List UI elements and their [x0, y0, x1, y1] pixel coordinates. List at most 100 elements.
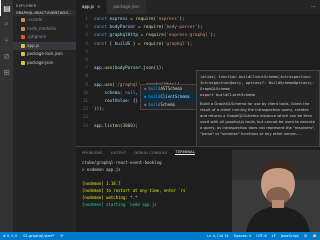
code-token: ); [197, 25, 203, 31]
code-token: use [104, 66, 113, 72]
function-signature: (alias) function buildClientSchema(intro… [200, 74, 315, 91]
code-token: ); [187, 41, 193, 47]
status-item[interactable]: ⟳ [60, 234, 63, 238]
code-token: null [125, 90, 136, 96]
js-file-icon [21, 43, 25, 48]
code-token: bodyParser [109, 25, 136, 31]
code-line: 2 const bodyParser = require('body-parser… [76, 24, 203, 32]
code-token: const [94, 17, 110, 22]
code-token: app [94, 66, 102, 72]
suggestion-rest: Schema [160, 102, 175, 107]
code-line: 11 rootValue: {} [76, 98, 138, 106]
panel-tab[interactable]: TERMINAL [175, 149, 195, 155]
extensions-icon[interactable]: ⊞ [0, 64, 13, 80]
status-item[interactable]: Ln 4, Col 14 [207, 234, 228, 238]
suggestion-match: build [148, 86, 161, 91]
line-number: 3 [85, 33, 88, 39]
suggest-details: (alias) function buildClientSchema(intro… [196, 70, 320, 148]
file-label: node_modules [27, 25, 57, 31]
code-token: app [94, 82, 102, 88]
code-token: const [94, 41, 110, 47]
status-item[interactable]: Spaces: 4 [234, 234, 251, 238]
method-icon: ◈ [144, 94, 147, 99]
code-token: 'body-parser' [163, 25, 198, 31]
suggestion-rest: ClientSchema [160, 94, 190, 99]
code-token: ()); [153, 66, 164, 72]
status-item[interactable]: 01-graphql-start* [23, 234, 54, 238]
search-icon[interactable]: ⌕ [0, 16, 13, 32]
code-line: 12})); [76, 106, 105, 114]
file-label: app.js [27, 42, 39, 48]
tab-label: package.json [113, 4, 140, 9]
code-line: 14 app.listen(3000); [76, 123, 138, 131]
code-token: })); [94, 107, 105, 113]
status-item[interactable]: JavaScript [281, 234, 299, 238]
debug-icon[interactable]: ⊘ [0, 48, 13, 64]
editor-tab[interactable]: app.js × [76, 0, 108, 14]
line-number: 7 [85, 66, 88, 72]
code-line: 7 app.use(bodyParser.json()); [76, 65, 164, 73]
code-token: '/graphql' [114, 82, 141, 88]
folder-icon [21, 18, 25, 23]
file-label: package-lock.json [27, 51, 63, 56]
line-number: 11 [82, 99, 88, 104]
status-item[interactable]: 🔔 [313, 234, 317, 238]
file-item[interactable]: node_modules [13, 25, 76, 34]
code-line: 6 [76, 57, 94, 65]
explorer-sidebar: EXPLORER GRAPHQL-REACT-EVENT-BOO... .vsc… [13, 0, 76, 232]
line-number: 9 [85, 82, 88, 88]
code-token: require [143, 25, 162, 31]
activity-bar: ▤ ⌕ ⑂ ⊘ ⊞ [0, 0, 13, 232]
code-token: 'graphql' [163, 41, 188, 47]
more-actions-icon[interactable]: ⋯ [307, 0, 320, 14]
code-token: , [135, 90, 139, 96]
method-icon: ◈ [144, 86, 147, 91]
code-token: bodyParser [114, 66, 141, 72]
editor-tabs: app.js × package.json ⋯ [76, 0, 320, 14]
file-item[interactable]: package-lock.json [13, 50, 76, 59]
code-line: 4 const { buildS } = require('graphql'); [76, 41, 192, 49]
status-item[interactable]: UTF-8 [256, 234, 266, 238]
file-item[interactable]: app.js [13, 41, 76, 50]
editor-tab[interactable]: package.json [107, 0, 147, 14]
code-line: 8 [76, 73, 94, 81]
code-token: } = [130, 41, 144, 47]
file-label: .gitignore [27, 34, 47, 39]
code-token: 'express' [156, 17, 180, 22]
panel-tab[interactable]: DEBUG CONSOLE [134, 150, 167, 155]
code-token: rootValue [104, 99, 128, 104]
suggestion-match: build [148, 102, 161, 107]
method-icon: ◈ [144, 102, 147, 107]
code-token: app [94, 123, 102, 129]
code-token: 3000 [122, 123, 133, 129]
file-item[interactable]: .gitignore [13, 33, 76, 42]
status-item[interactable]: ☺ [304, 234, 308, 238]
panel-tab[interactable]: PROBLEMS [82, 150, 103, 155]
file-label: package.json [27, 59, 54, 65]
code-token: = [135, 25, 144, 31]
panel-tab[interactable]: OUTPUT [111, 150, 126, 155]
suggestion-match: build [148, 94, 161, 99]
close-icon[interactable]: × [97, 0, 100, 14]
code-token: graphqlHttp [109, 33, 138, 39]
file-item[interactable]: .vscode [13, 16, 76, 25]
code-line: 3 const graphqlHttp = require('express-gr… [76, 32, 215, 40]
code-token: const [94, 25, 110, 31]
export-line: export buildClientSchema [200, 92, 255, 97]
line-number: 4 [85, 41, 88, 47]
code-line: 10 schema: null, [76, 90, 138, 98]
line-number: 13 [82, 115, 88, 121]
source-control-icon[interactable]: ⑂ [0, 32, 13, 48]
status-item[interactable]: LF [272, 234, 276, 238]
code-token: ); [179, 17, 185, 22]
line-number: 12 [82, 107, 88, 113]
line-number: 5 [85, 49, 88, 55]
status-item[interactable]: ⊗ 0 ⚠ 0 [3, 234, 17, 238]
json-file-icon [21, 52, 25, 57]
file-label: .vscode [27, 17, 43, 22]
file-item[interactable]: package.json [13, 59, 76, 68]
line-number: 2 [85, 25, 88, 31]
files-icon[interactable]: ▤ [0, 0, 13, 16]
